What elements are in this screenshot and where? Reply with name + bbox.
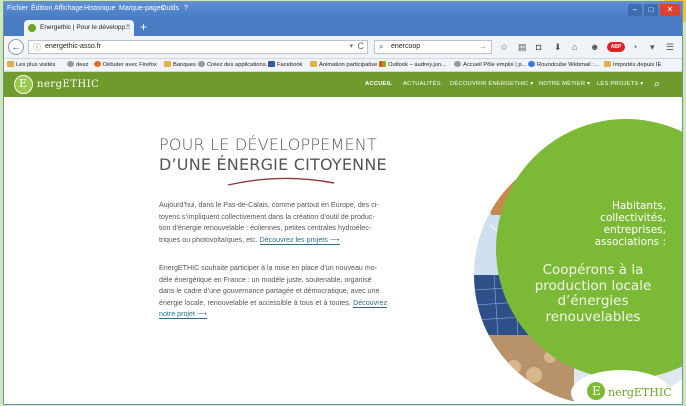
- menu-marque-pages[interactable]: Marque-pages: [119, 5, 164, 12]
- circle-audience-text: Habitants, collectivités, entreprises, a…: [594, 200, 666, 248]
- badge-letter: E: [592, 384, 601, 398]
- extension-icon[interactable]: ◔: [632, 42, 637, 52]
- bookmark-item[interactable]: Créez des applications...: [198, 61, 270, 68]
- globe-icon: [67, 61, 74, 67]
- menu-affichage[interactable]: Affichage: [54, 5, 83, 12]
- url-text: energethic-asso.fr: [45, 43, 102, 50]
- menu-edition[interactable]: Édition: [31, 5, 52, 12]
- reading-list-icon[interactable]: ▤: [518, 42, 527, 52]
- badge-text: nergETHIC: [608, 386, 672, 399]
- bookmark-item[interactable]: Roundcube Webmail :...: [528, 61, 599, 68]
- nav-notre-metier[interactable]: NOTRE MÉTIER ▾: [539, 81, 590, 87]
- logo-text: nergETHIC: [37, 79, 100, 90]
- bookmark-item[interactable]: Importés depuis IE: [604, 61, 661, 68]
- bookmark-item[interactable]: Débuter avec Firefox: [94, 61, 157, 68]
- headline-swoosh: [227, 177, 335, 186]
- download-icon[interactable]: ⬇: [554, 42, 562, 52]
- mission-paragraph: EnergETHIC souhaite participer à la mise…: [159, 264, 387, 320]
- nav-accueil[interactable]: ACCUEIL: [365, 81, 392, 87]
- adblock-icon[interactable]: ABP: [607, 42, 625, 52]
- new-tab-button[interactable]: +: [140, 20, 147, 34]
- bookmark-item[interactable]: Outlook – audrey.jun...: [379, 61, 446, 68]
- url-dropdown-icon[interactable]: ▾: [349, 42, 353, 50]
- globe-icon: [454, 61, 461, 67]
- discover-projects-link[interactable]: Découvrez les projets ⟶: [259, 235, 340, 245]
- circle-slogan-text: Coopérons à la production locale d’énerg…: [534, 262, 652, 325]
- menu-bar: Fichier Édition Affichage Historique Mar…: [4, 2, 682, 18]
- search-icon: ⌕: [379, 42, 384, 51]
- home-icon[interactable]: ⌂: [572, 42, 577, 52]
- reload-icon[interactable]: C: [358, 41, 365, 51]
- page-content: POUR LE DÉVELOPPEMENT D’UNE ÉNERGIE CITO…: [4, 97, 682, 404]
- back-button[interactable]: ←: [8, 39, 24, 55]
- facebook-icon: [268, 61, 275, 67]
- search-input-value: enercoop: [391, 43, 421, 50]
- info-icon[interactable]: ⓘ: [33, 42, 41, 53]
- folder-icon: [7, 61, 14, 67]
- bookmark-item[interactable]: Banques: [164, 61, 196, 68]
- search-box[interactable]: ⌕ enercoop →: [374, 40, 492, 54]
- firefox-icon: [94, 61, 101, 67]
- nav-actualites[interactable]: ACTUALITÉS: [403, 81, 441, 87]
- bookmarks-bar: Les plus visités deez Débuter avec Firef…: [4, 59, 682, 72]
- menu-help[interactable]: ?: [184, 5, 188, 12]
- roundcube-icon: [528, 61, 535, 67]
- site-search-icon[interactable]: ⌕: [654, 78, 660, 91]
- minimize-button[interactable]: –: [628, 4, 642, 16]
- folder-icon: [604, 61, 611, 67]
- star-bookmark-icon[interactable]: ☆: [500, 42, 508, 52]
- nav-decouvrir[interactable]: DÉCOUVRIR ENERGETHIC ▾: [450, 81, 533, 87]
- headline-line1: POUR LE DÉVELOPPEMENT: [159, 135, 377, 154]
- browser-window: Fichier Édition Affichage Historique Mar…: [3, 1, 683, 405]
- tab-favicon-icon: [28, 24, 36, 32]
- hamburger-menu-icon[interactable]: ☰: [666, 42, 674, 52]
- menu-historique[interactable]: Historique: [84, 5, 116, 12]
- folder-icon: [310, 61, 317, 67]
- globe-icon: [198, 61, 205, 67]
- pocket-icon[interactable]: ◘: [536, 42, 541, 52]
- intro-paragraph: Aujourd’hui, dans le Pas-de-Calais, comm…: [159, 201, 379, 245]
- headline-line2: D’UNE ÉNERGIE CITOYENNE: [159, 155, 387, 174]
- menu-outils[interactable]: Outils: [161, 5, 179, 12]
- navigation-toolbar: ← ⓘ energethic-asso.fr ▾ C ⌕ enercoop → …: [4, 36, 682, 59]
- url-bar[interactable]: ⓘ energethic-asso.fr ▾ C: [28, 40, 368, 54]
- maximize-button[interactable]: □: [644, 4, 658, 16]
- chat-icon[interactable]: ☻: [590, 42, 599, 52]
- menu-fichier[interactable]: Fichier: [7, 5, 28, 12]
- site-logo[interactable]: E nergETHIC: [14, 74, 114, 95]
- nav-les-projets[interactable]: LES PROJETS ▾: [597, 81, 643, 87]
- folder-icon: [164, 61, 171, 67]
- search-go-icon[interactable]: →: [479, 42, 487, 51]
- tab-close-icon[interactable]: ×: [126, 23, 130, 30]
- bookmark-item[interactable]: Accueil Pôle emploi | p...: [454, 61, 526, 68]
- site-navigation: E nergETHIC ACCUEIL ACTUALITÉS DÉCOUVRIR…: [4, 72, 682, 97]
- bookmark-item[interactable]: Animation participative: [310, 61, 377, 68]
- close-window-button[interactable]: ✕: [660, 4, 680, 16]
- extension-menu-icon[interactable]: ▾: [650, 42, 655, 52]
- windows-icon: [379, 61, 386, 67]
- bookmark-item[interactable]: deez: [67, 61, 89, 68]
- tab-energethic[interactable]: Energethic | Pour le développ... ×: [24, 20, 134, 36]
- logo-letter: E: [19, 77, 28, 90]
- tab-title: Energethic | Pour le développ...: [40, 24, 131, 31]
- bookmark-item[interactable]: Facebook: [268, 61, 302, 68]
- bookmark-item[interactable]: Les plus visités: [7, 61, 55, 68]
- tab-strip: Energethic | Pour le développ... × +: [4, 18, 682, 36]
